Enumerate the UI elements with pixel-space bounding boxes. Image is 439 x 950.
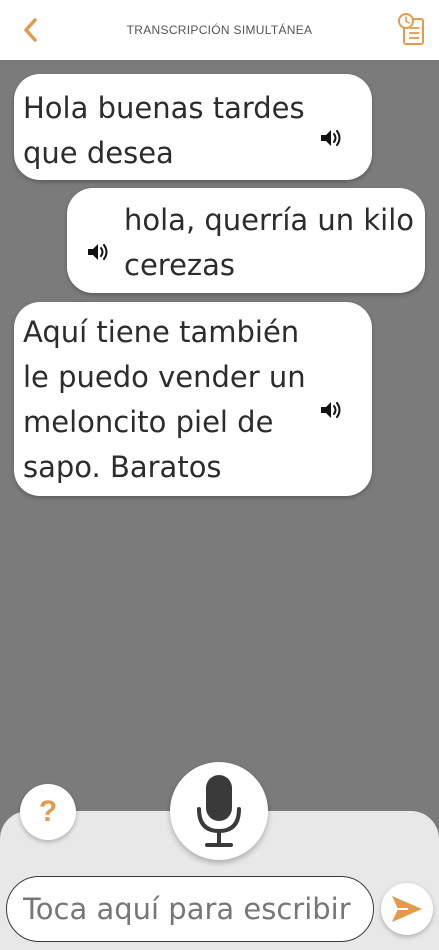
back-button[interactable]: [14, 14, 46, 46]
message-bubble: hola, querría un kilo cerezas: [67, 188, 425, 293]
help-icon: ?: [38, 795, 58, 828]
message-bubble: Hola buenas tardes que desea: [14, 74, 372, 180]
history-button[interactable]: [395, 10, 429, 48]
history-document-icon: [398, 13, 424, 45]
send-icon: [392, 896, 422, 922]
microphone-button[interactable]: [170, 762, 268, 860]
speaker-icon: [88, 244, 108, 260]
message-text: hola, querría un kilo cerezas: [124, 203, 415, 282]
speaker-button[interactable]: [320, 116, 344, 146]
speaker-button[interactable]: [87, 230, 111, 260]
app-header: TRANSCRIPCIÓN SIMULTÁNEA: [0, 0, 439, 60]
microphone-icon: [197, 775, 241, 847]
message-text: Aquí tiene también le puedo vender un me…: [23, 315, 306, 484]
message-input[interactable]: [23, 892, 363, 926]
speaker-icon: [321, 402, 341, 418]
message-bubble: Aquí tiene también le puedo vender un me…: [14, 302, 372, 496]
speaker-button[interactable]: [320, 388, 344, 418]
help-button[interactable]: ?: [20, 784, 76, 840]
message-text: Hola buenas tardes que desea: [23, 91, 305, 170]
chevron-left-icon: [24, 18, 37, 42]
send-button[interactable]: [381, 883, 433, 935]
speaker-icon: [321, 130, 341, 146]
page-title: TRANSCRIPCIÓN SIMULTÁNEA: [126, 23, 313, 37]
message-input-container[interactable]: [6, 876, 374, 942]
